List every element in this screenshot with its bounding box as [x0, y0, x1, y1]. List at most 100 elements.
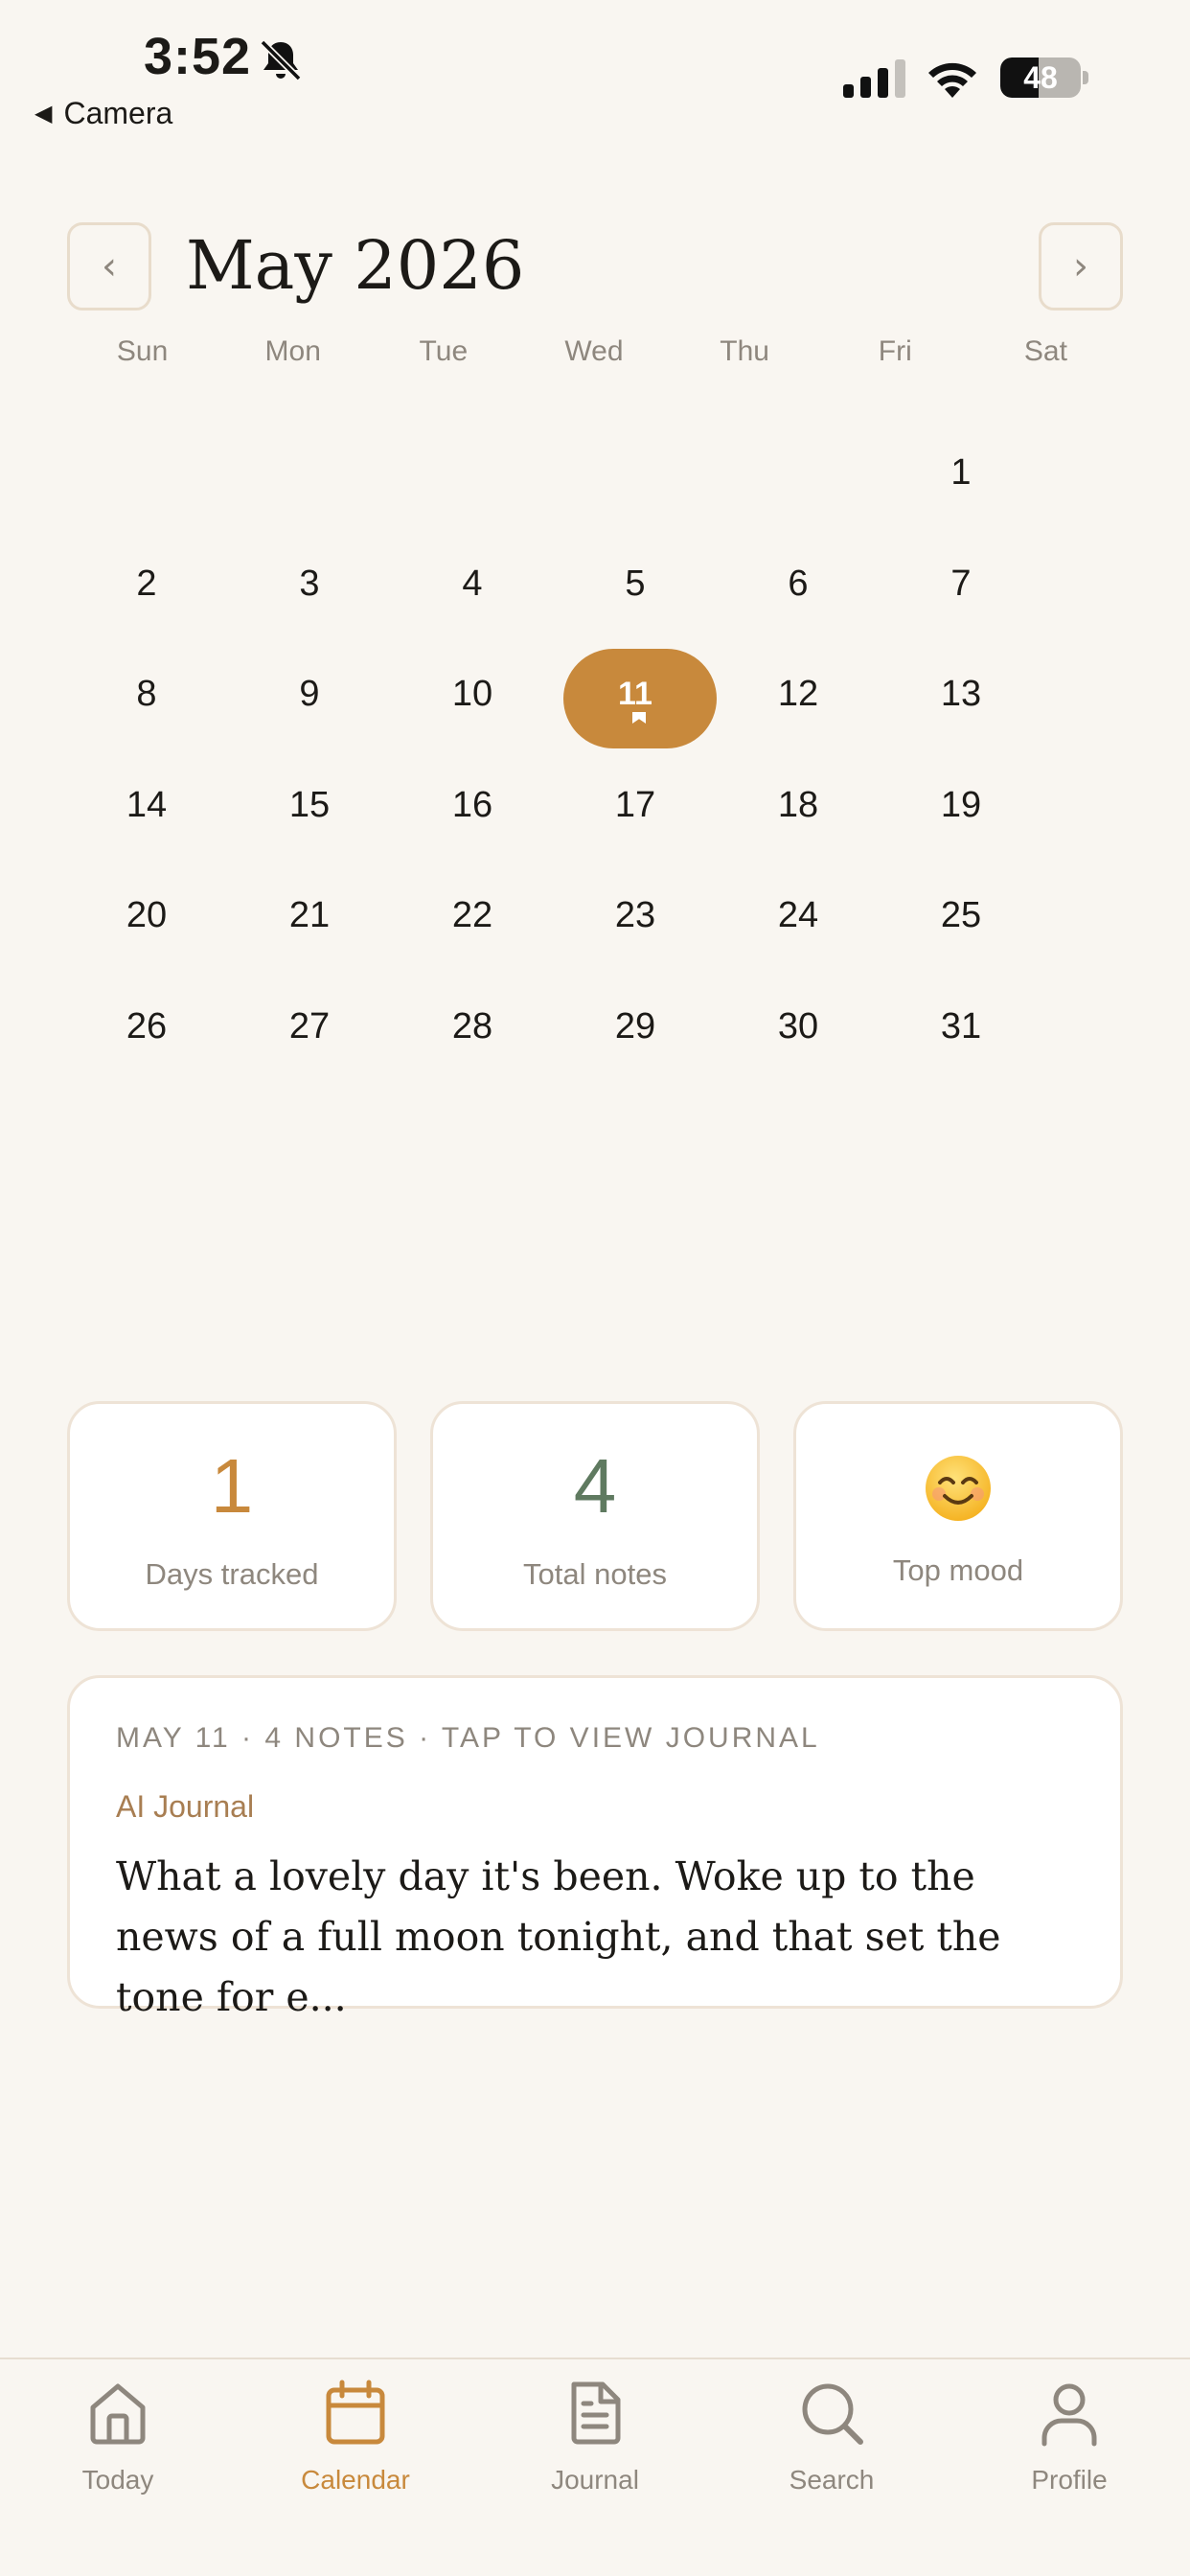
day-number: 4	[462, 563, 483, 604]
day-number: 16	[451, 784, 493, 825]
day-number: 1	[950, 452, 972, 494]
day-cell[interactable]: 24	[717, 861, 880, 972]
day-number: 14	[126, 784, 168, 825]
total-notes-value: 4	[573, 1443, 617, 1529]
smiling-face-emoji-icon	[926, 1456, 991, 1521]
day-number: 24	[777, 895, 819, 936]
back-triangle-icon: ◀	[34, 101, 53, 126]
tab-today[interactable]: Today	[22, 2379, 214, 2513]
journal-preview-card[interactable]: MAY 11 · 4 NOTES · TAP TO VIEW JOURNAL A…	[67, 1675, 1123, 2020]
chevron-left-icon: ‹	[102, 244, 117, 288]
tab-calendar[interactable]: Calendar	[260, 2379, 451, 2513]
calendar-icon	[326, 2380, 385, 2445]
day-number: 18	[777, 784, 819, 825]
empty-day-cell	[717, 418, 880, 529]
day-cell[interactable]: 7	[880, 529, 1042, 640]
day-cell[interactable]: 1	[880, 418, 1042, 529]
day-cell[interactable]: 21	[228, 861, 391, 972]
day-number: 28	[451, 1005, 493, 1046]
top-mood-label: Top mood	[892, 1553, 1024, 1587]
day-number: 22	[451, 895, 493, 936]
back-label: Camera	[63, 96, 173, 130]
day-number: 17	[614, 784, 656, 825]
previous-month-button[interactable]: ‹	[67, 222, 151, 310]
day-number: 25	[940, 895, 982, 936]
day-cell[interactable]: 31	[880, 972, 1042, 1083]
month-title: May 2026	[186, 226, 525, 305]
day-cell[interactable]: 29	[554, 972, 717, 1083]
total-notes-card: 4 Total notes	[430, 1401, 760, 1631]
day-cell[interactable]: 3	[228, 529, 391, 640]
day-number: 31	[940, 1005, 982, 1046]
day-cell-selected[interactable]: 11	[554, 639, 717, 750]
weekday-label: Fri	[878, 335, 912, 367]
day-cell[interactable]: 6	[717, 529, 880, 640]
tab-label: Journal	[551, 2465, 639, 2495]
day-cell[interactable]: 5	[554, 529, 717, 640]
tab-journal[interactable]: Journal	[499, 2379, 691, 2513]
day-cell[interactable]: 15	[228, 750, 391, 862]
empty-day-cell	[554, 418, 717, 529]
day-cell[interactable]: 25	[880, 861, 1042, 972]
day-number: 30	[777, 1005, 819, 1046]
weekday-label: Sat	[1023, 335, 1067, 367]
top-mood-card: Top mood	[793, 1401, 1123, 1631]
tab-label: Calendar	[301, 2465, 410, 2495]
day-number: 10	[451, 674, 493, 715]
day-cell[interactable]: 10	[391, 639, 554, 750]
tab-label: Today	[81, 2465, 154, 2495]
bell-slash-icon	[260, 39, 302, 81]
tab-search[interactable]: Search	[736, 2379, 927, 2513]
day-cell[interactable]: 4	[391, 529, 554, 640]
day-number: 19	[940, 784, 982, 825]
day-cell[interactable]: 22	[391, 861, 554, 972]
tab-profile[interactable]: Profile	[973, 2379, 1165, 2513]
day-cell[interactable]: 9	[228, 639, 391, 750]
day-cell[interactable]: 19	[880, 750, 1042, 862]
home-icon	[90, 2383, 146, 2445]
day-number: 26	[126, 1005, 168, 1046]
day-cell[interactable]: 20	[65, 861, 228, 972]
day-cell[interactable]: 16	[391, 750, 554, 862]
signal-icon	[843, 59, 905, 98]
search-icon	[802, 2383, 863, 2445]
tab-bar: Today Calendar Journal Search Profile	[0, 2358, 1190, 2576]
day-number: 6	[788, 563, 809, 604]
day-number: 27	[288, 1005, 331, 1046]
weekday-label: Wed	[564, 335, 624, 367]
day-cell[interactable]: 28	[391, 972, 554, 1083]
day-cell[interactable]: 23	[554, 861, 717, 972]
day-cell[interactable]: 17	[554, 750, 717, 862]
day-cell[interactable]: 30	[717, 972, 880, 1083]
tab-label: Search	[789, 2465, 875, 2495]
document-icon	[571, 2381, 621, 2445]
day-number: 20	[126, 895, 168, 936]
day-number: 11	[618, 676, 652, 713]
day-cell[interactable]: 27	[228, 972, 391, 1083]
day-cell[interactable]: 13	[880, 639, 1042, 750]
day-cell[interactable]: 14	[65, 750, 228, 862]
person-icon	[1041, 2383, 1097, 2447]
journal-meta: MAY 11 · 4 NOTES · TAP TO VIEW JOURNAL	[116, 1722, 820, 1754]
empty-day-cell	[391, 418, 554, 529]
weekday-header: Sun Mon Tue Wed Thu Fri Sat	[67, 335, 1121, 378]
day-number: 3	[299, 563, 320, 604]
next-month-button[interactable]: ›	[1039, 222, 1123, 310]
empty-day-cell	[65, 418, 228, 529]
day-number: 13	[940, 674, 982, 715]
chevron-right-icon: ›	[1073, 244, 1088, 288]
calendar-grid: 1 2 3 4 5 6 7 8 9 10 11 12 13 14 15 16 17 18 19 20 21 22 23 24 2…	[65, 418, 1042, 1082]
day-cell[interactable]: 2	[65, 529, 228, 640]
weekday-label: Mon	[264, 335, 321, 367]
weekday-label: Tue	[419, 335, 469, 367]
day-cell[interactable]: 18	[717, 750, 880, 862]
back-to-camera-button[interactable]: ◀ Camera	[34, 96, 172, 131]
day-cell[interactable]: 8	[65, 639, 228, 750]
day-cell[interactable]: 26	[65, 972, 228, 1083]
battery-icon: 48	[1000, 58, 1081, 98]
tab-label: Profile	[1031, 2465, 1108, 2495]
days-tracked-label: Days tracked	[145, 1557, 319, 1591]
day-number: 8	[136, 674, 157, 715]
day-number: 7	[950, 563, 972, 604]
day-cell[interactable]: 12	[717, 639, 880, 750]
